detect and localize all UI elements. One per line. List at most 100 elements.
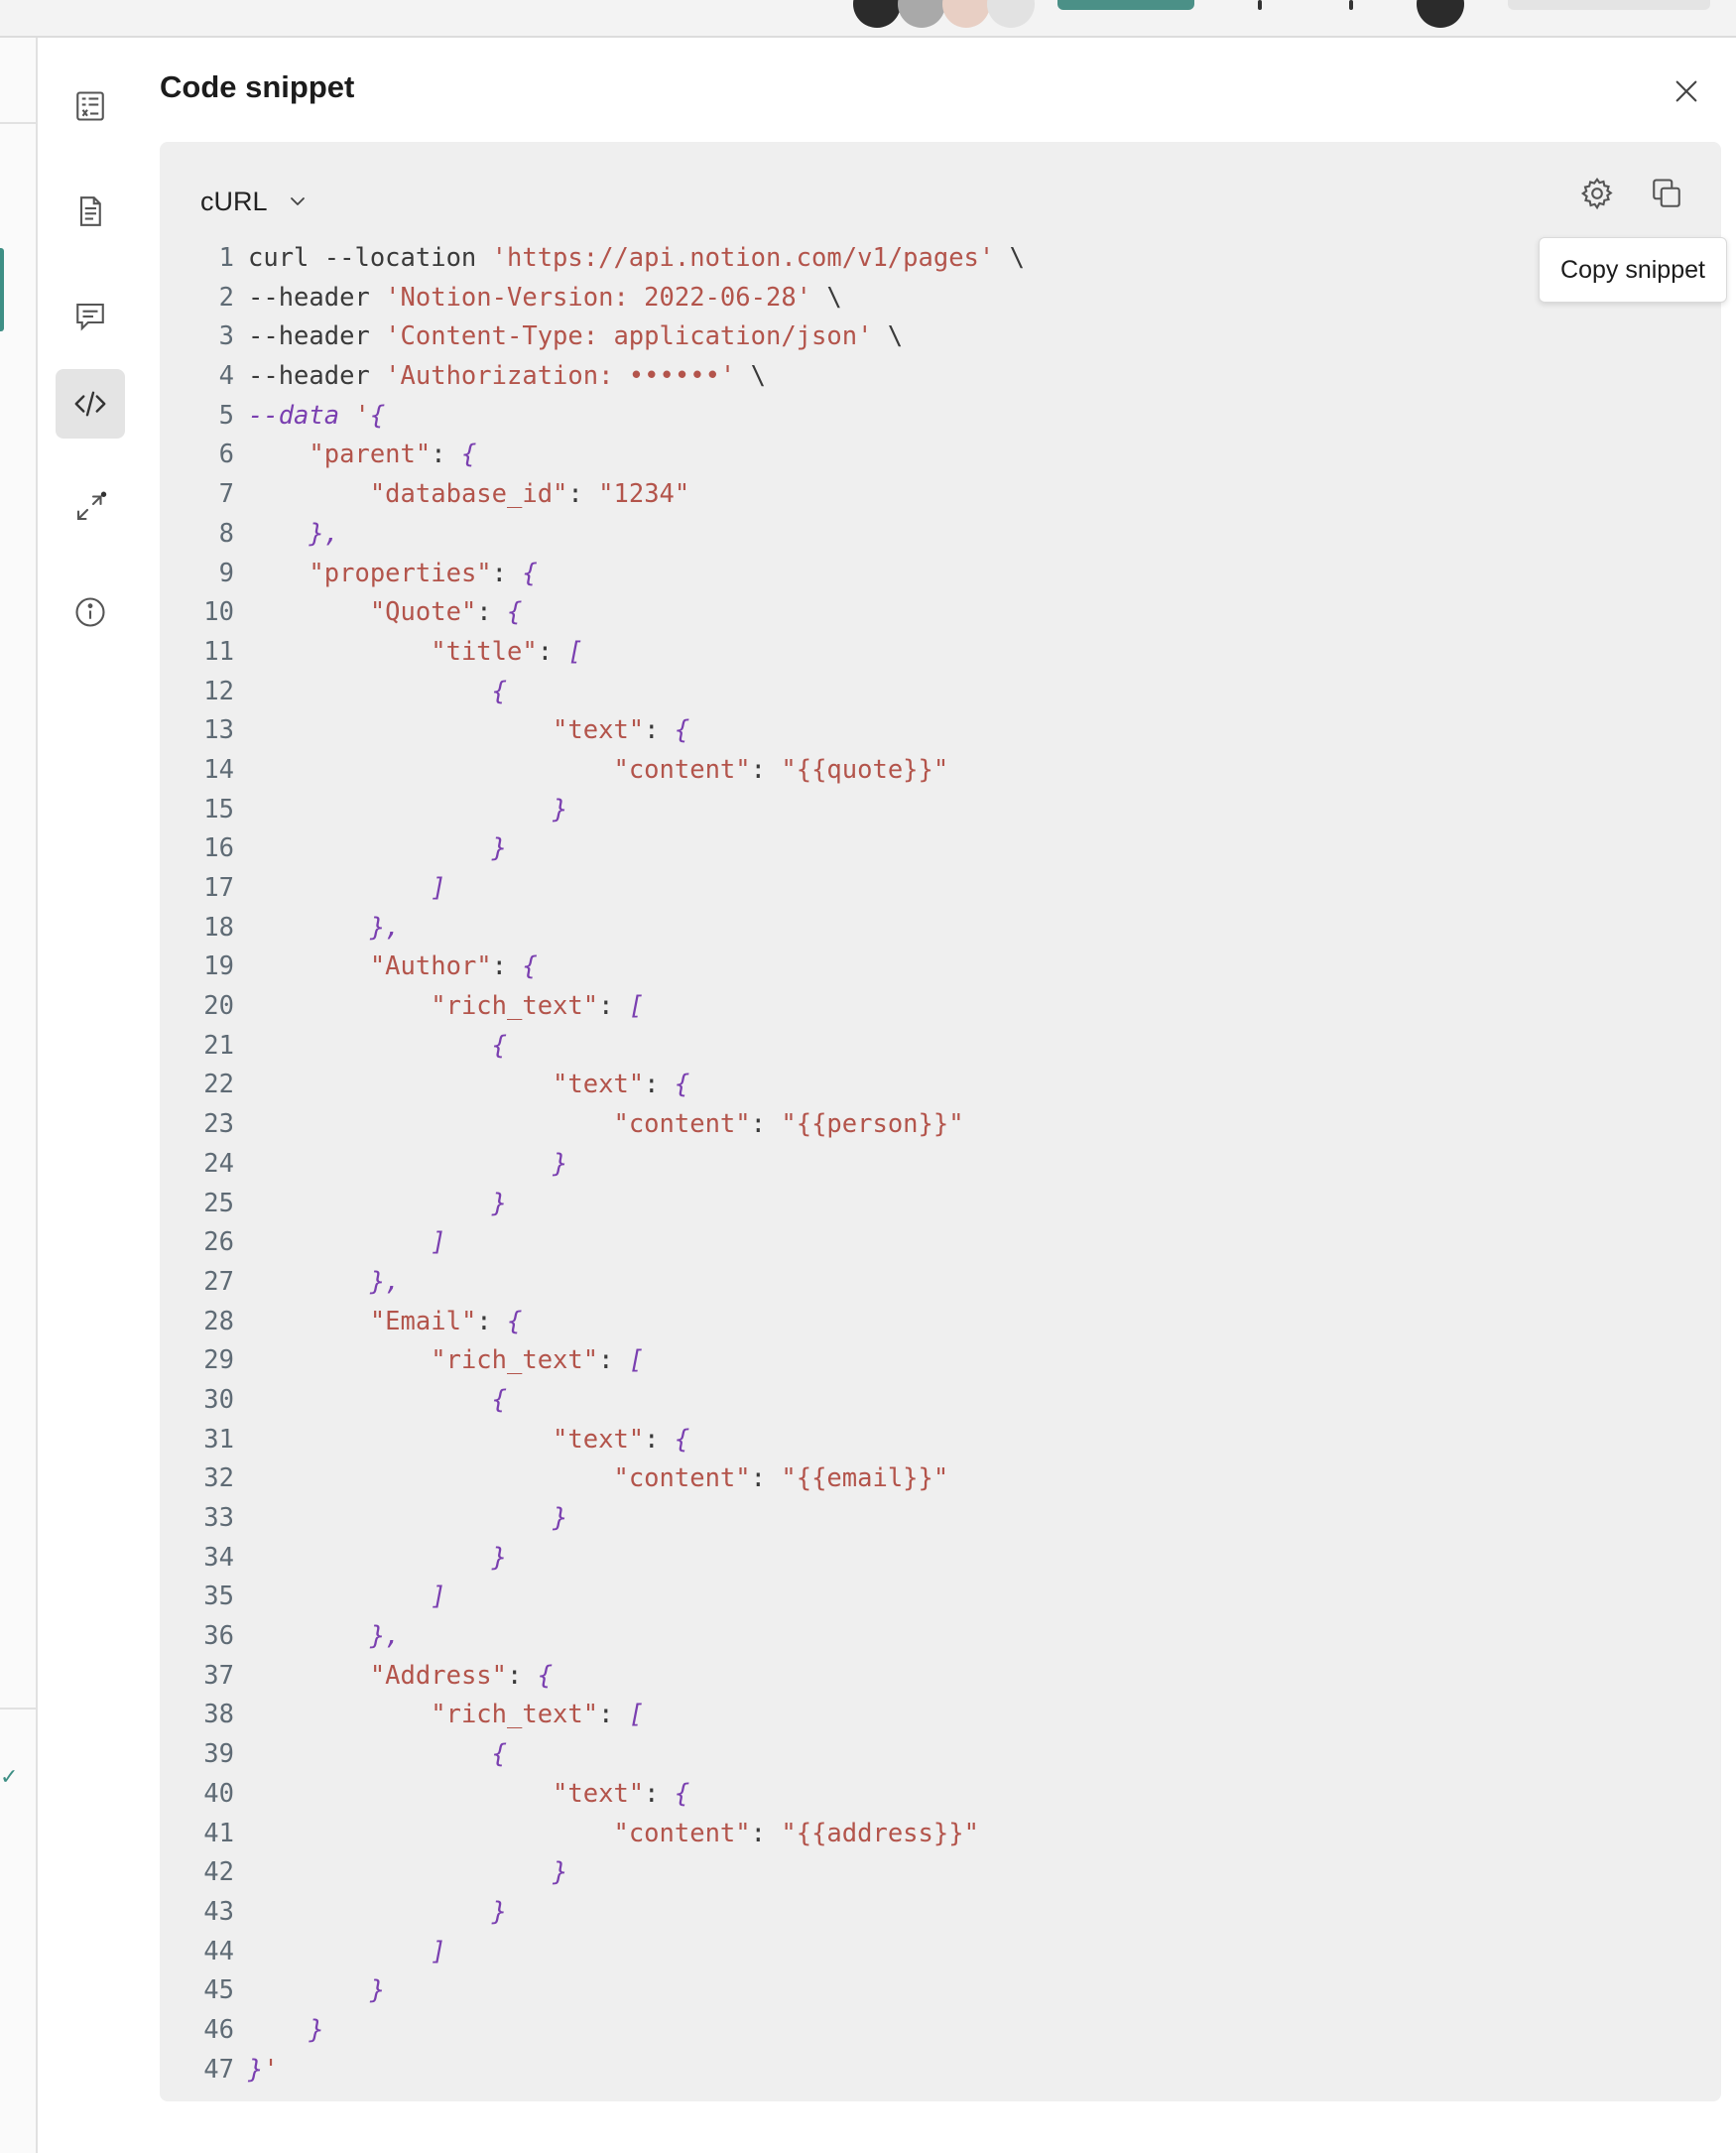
line-number: 5 — [218, 400, 234, 431]
code-line: 28 "Email": { — [200, 1303, 1688, 1342]
left-panel-edge: ✓ — [0, 38, 38, 2153]
line-number: 45 — [203, 1975, 234, 2006]
info-icon — [75, 597, 105, 627]
code-token: { — [507, 597, 523, 628]
copy-icon — [1653, 179, 1680, 207]
code-line: 6 "parent": { — [200, 436, 1688, 475]
selected-indicator — [0, 248, 4, 331]
code-token: { — [460, 440, 477, 470]
line-number: 30 — [203, 1384, 234, 1415]
variables-button[interactable] — [56, 71, 125, 141]
line-number: 17 — [203, 873, 234, 903]
close-button[interactable] — [1667, 71, 1706, 111]
code-token: "Author" — [369, 951, 492, 982]
code-token: : — [476, 1306, 508, 1336]
line-number: 23 — [203, 1109, 234, 1140]
code-token: { — [674, 1424, 690, 1455]
code-token: : — [644, 1778, 675, 1809]
code-token: ] — [431, 873, 446, 903]
toolbar-button[interactable] — [1508, 0, 1710, 10]
code-token: : — [750, 1109, 782, 1140]
line-number: 19 — [203, 951, 234, 982]
comment-icon — [76, 303, 104, 331]
code-token: --header — [248, 321, 386, 352]
code-line: 16 } — [200, 829, 1688, 869]
code-line: 12 { — [200, 673, 1688, 712]
code-line: 44 ] — [200, 1933, 1688, 1972]
line-number: 22 — [203, 1070, 234, 1100]
share-button[interactable] — [1057, 0, 1194, 10]
panel-title: Code snippet — [160, 69, 355, 104]
copy-snippet-button[interactable] — [1645, 172, 1688, 215]
code-token: 'Content-Type: application/json' — [385, 321, 873, 352]
code-token: { — [522, 558, 538, 588]
code-line: 37 "Address": { — [200, 1657, 1688, 1697]
code-token: "rich_text" — [431, 1345, 599, 1376]
code-line: 2 --header 'Notion-Version: 2022-06-28' \ — [200, 279, 1688, 318]
code-token: "{{email}}" — [781, 1463, 949, 1494]
code-token: : — [431, 440, 461, 470]
code-token: "content" — [613, 1818, 751, 1848]
code-token: \ — [811, 282, 842, 313]
language-select[interactable]: cURL — [200, 180, 310, 223]
code-line: 35 ] — [200, 1578, 1688, 1617]
language-label: cURL — [200, 186, 268, 216]
code-snippet-button[interactable] — [56, 369, 125, 439]
code-token: --data — [248, 400, 355, 431]
code-token: ] — [431, 1227, 446, 1258]
code-block[interactable]: 1 curl --location 'https://api.notion.com… — [200, 239, 1688, 2090]
avatar[interactable] — [898, 0, 945, 28]
settings-button[interactable] — [1575, 172, 1619, 215]
line-number: 10 — [203, 597, 234, 628]
code-token: \ — [994, 243, 1025, 273]
info-button[interactable] — [56, 577, 125, 647]
code-line: 32 "content": "{{email}}" — [200, 1459, 1688, 1499]
line-number: 15 — [203, 794, 234, 824]
code-token: } — [553, 1503, 568, 1533]
line-number: 31 — [203, 1424, 234, 1455]
code-token: : — [598, 1345, 629, 1376]
code-line: 13 "text": { — [200, 711, 1688, 751]
avatar[interactable] — [942, 0, 990, 28]
code-line: 9 "properties": { — [200, 555, 1688, 594]
line-number: 35 — [203, 1582, 234, 1612]
comments-button[interactable] — [56, 282, 125, 351]
document-button[interactable] — [56, 177, 125, 246]
line-number: 8 — [218, 518, 234, 549]
expand-button[interactable] — [56, 472, 125, 542]
code-line: 11 "title": [ — [200, 633, 1688, 673]
code-token: [ — [628, 1700, 645, 1730]
close-icon — [1675, 80, 1697, 102]
avatar[interactable] — [987, 0, 1035, 28]
expand-arrows-icon — [76, 491, 107, 521]
avatar[interactable] — [1417, 0, 1464, 28]
line-number: 46 — [203, 2014, 234, 2045]
code-token: "Quote" — [369, 597, 477, 628]
chevron-down-icon — [290, 197, 305, 205]
code-token: }, — [369, 912, 401, 943]
avatar[interactable] — [853, 0, 901, 28]
code-line: 17 ] — [200, 869, 1688, 909]
code-token: { — [537, 1660, 554, 1691]
code-line: 20 "rich_text": [ — [200, 987, 1688, 1027]
code-token: [ — [628, 991, 645, 1022]
code-token: { — [522, 951, 538, 982]
code-line: 38 "rich_text": [ — [200, 1696, 1688, 1735]
code-token: : — [750, 754, 782, 785]
code-token: { — [369, 400, 386, 431]
code-token: "1234" — [598, 479, 690, 510]
